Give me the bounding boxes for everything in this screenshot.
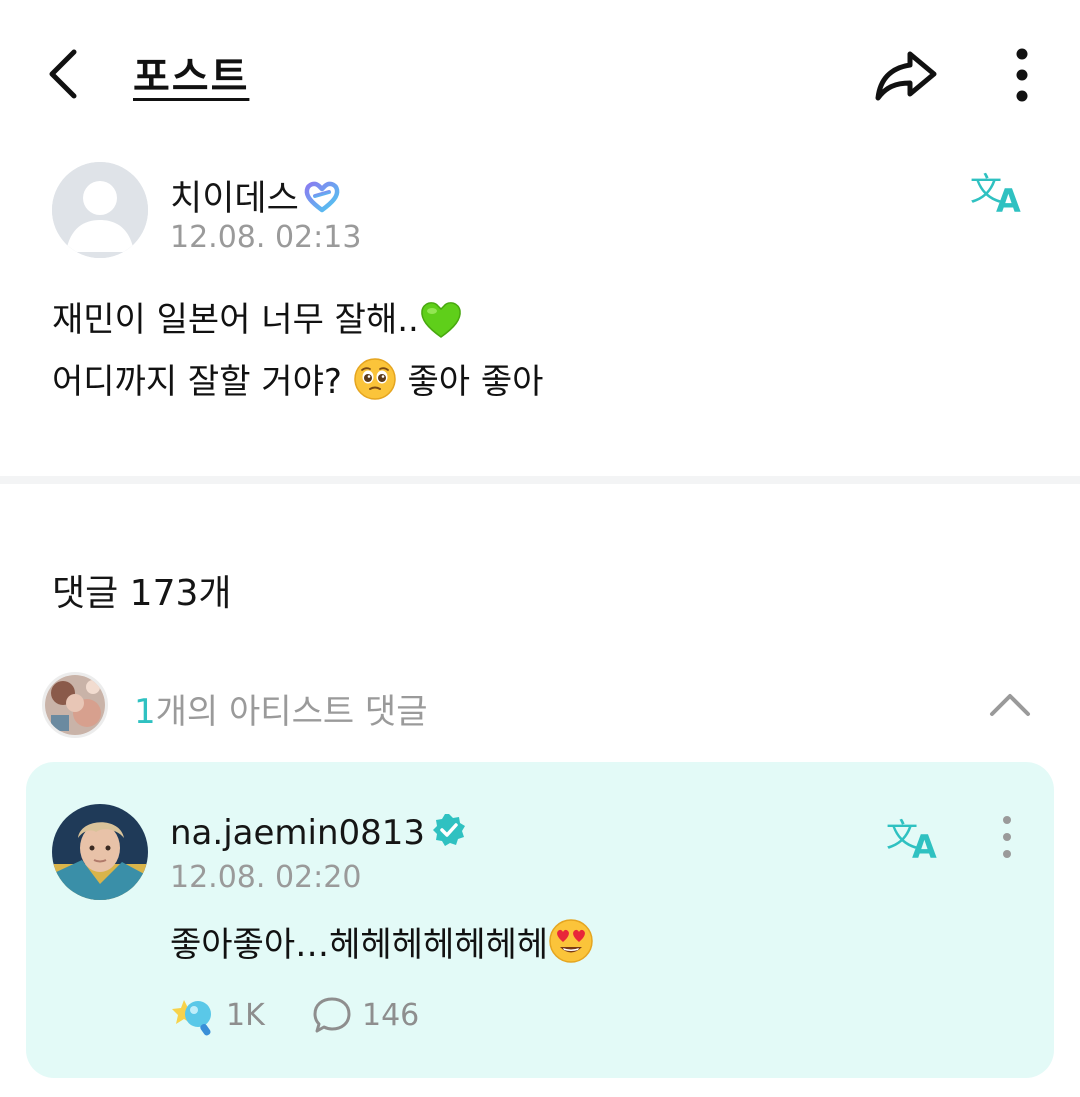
top-bar: 포스트 xyxy=(0,0,1080,150)
artist-comment-time: 12.08. 02:20 xyxy=(170,860,362,895)
vertical-dots-icon xyxy=(1016,48,1028,102)
artist-comment-author[interactable]: na.jaemin0813 xyxy=(170,812,467,857)
post-line-1: 재민이 일본어 너무 잘해.. xyxy=(52,293,1032,355)
reply-button[interactable]: 146 xyxy=(312,990,419,1040)
translate-icon: 文 A xyxy=(970,170,1021,220)
page-title: 포스트 xyxy=(133,54,250,100)
vertical-dots-icon xyxy=(1003,816,1011,858)
section-divider xyxy=(0,476,1080,484)
chevron-left-icon xyxy=(49,49,77,99)
author-name: 치이데스 xyxy=(170,179,299,219)
post-author[interactable]: 치이데스 xyxy=(170,170,341,223)
speech-bubble-icon xyxy=(313,997,351,1033)
artist-comments-label: 1개의 아티스트 댓글 xyxy=(134,684,428,733)
svg-text:A: A xyxy=(996,182,1021,216)
comment-more-button[interactable] xyxy=(992,814,1022,860)
verified-check-icon xyxy=(431,812,467,857)
membership-heart-icon xyxy=(303,180,341,223)
like-button[interactable]: 1K xyxy=(170,990,265,1040)
post-line-2: 어디까지 잘할 거야? 좋아 좋아 xyxy=(52,355,1032,417)
share-arrow-icon xyxy=(875,51,937,101)
back-button[interactable] xyxy=(40,44,100,104)
like-count: 1K xyxy=(226,997,265,1033)
heart-eyes-emoji xyxy=(548,918,594,973)
more-options-button[interactable] xyxy=(1000,44,1044,106)
svg-text:A: A xyxy=(912,828,937,862)
post-text-1: 재민이 일본어 너무 잘해.. xyxy=(52,300,419,340)
comment-text: 좋아좋아…헤헤헤헤헤헤헤 xyxy=(170,925,549,965)
chevron-up-icon xyxy=(990,694,1030,716)
post-text-2b: 좋아 좋아 xyxy=(407,362,544,402)
green-heart-emoji xyxy=(419,299,463,355)
artist-comment-card: na.jaemin0813 12.08. 02:20 文 A 좋아좋아…헤헤헤헤… xyxy=(26,762,1054,1078)
collapse-button[interactable] xyxy=(986,686,1034,722)
artist-comment-text: 좋아좋아…헤헤헤헤헤헤헤 xyxy=(170,917,594,973)
artist-comments-toggle[interactable]: 1개의 아티스트 댓글 xyxy=(40,672,1040,742)
post-text-2a: 어디까지 잘할 거야? xyxy=(52,362,342,402)
translate-button[interactable]: 文 A xyxy=(970,166,1030,220)
artist-comment-avatar[interactable] xyxy=(52,804,148,900)
artist-comments-count: 1 xyxy=(134,692,156,732)
artist-avatar xyxy=(42,672,108,738)
pleading-face-emoji xyxy=(353,357,397,417)
share-button[interactable] xyxy=(872,44,942,104)
translate-icon: 文 A xyxy=(886,816,937,866)
post-time: 12.08. 02:13 xyxy=(170,220,362,255)
avatar[interactable] xyxy=(52,162,148,258)
post-header: 치이데스 12.08. 02:13 文 A xyxy=(52,162,1042,262)
comment-count: 댓글 173개 xyxy=(52,573,232,614)
lightstick-icon xyxy=(172,1000,211,1036)
artist-name: na.jaemin0813 xyxy=(170,813,426,853)
comment-translate-button[interactable]: 文 A xyxy=(886,812,946,866)
default-user-icon xyxy=(52,162,148,258)
artist-comments-text: 개의 아티스트 댓글 xyxy=(155,692,428,732)
reply-count: 146 xyxy=(362,997,420,1033)
post-body: 재민이 일본어 너무 잘해.. 어디까지 잘할 거야? 좋아 좋아 xyxy=(52,293,1032,417)
